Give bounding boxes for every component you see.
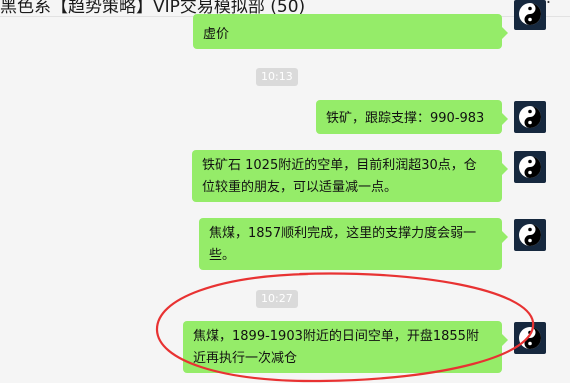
message-text: 铁矿，跟踪支撑：990-983 <box>326 111 485 126</box>
message-text: 虚价 <box>203 27 230 42</box>
message-line: 焦煤，1899-1903附近的日间空单，开盘1855附 <box>193 329 479 344</box>
message-bubble[interactable]: 铁矿，跟踪支撑：990-983 <box>316 100 508 134</box>
avatar[interactable] <box>514 322 546 354</box>
message-bubble[interactable]: 铁矿石 1025附近的空单，目前利润超30点，仓 位较重的朋友，可以适量减一点。 <box>192 150 508 202</box>
avatar[interactable] <box>514 151 546 183</box>
message-line: 些。 <box>209 248 236 263</box>
message-line: 位较重的朋友，可以适量减一点。 <box>202 180 398 195</box>
message-bubble[interactable]: 焦煤，1857顺利完成，这里的支撑力度会弱一 些。 <box>199 218 508 270</box>
yin-yang-icon <box>519 327 541 349</box>
yin-yang-icon <box>519 224 541 246</box>
yin-yang-icon <box>519 106 541 128</box>
message-line: 焦煤，1857顺利完成，这里的支撑力度会弱一 <box>209 226 477 241</box>
timestamp: 10:13 <box>256 68 298 86</box>
message-line: 近再执行一次减仓 <box>193 351 298 366</box>
message-bubble[interactable]: 虚价 <box>193 14 508 49</box>
avatar[interactable] <box>514 219 546 251</box>
yin-yang-icon <box>519 156 541 178</box>
message-bubble[interactable]: 焦煤，1899-1903附近的日间空单，开盘1855附 近再执行一次减仓 <box>183 321 508 373</box>
message-line: 铁矿石 1025附近的空单，目前利润超30点，仓 <box>202 158 477 173</box>
timestamp: 10:27 <box>256 290 298 308</box>
avatar[interactable] <box>514 101 546 133</box>
avatar[interactable] <box>514 0 546 30</box>
yin-yang-icon <box>519 3 541 25</box>
